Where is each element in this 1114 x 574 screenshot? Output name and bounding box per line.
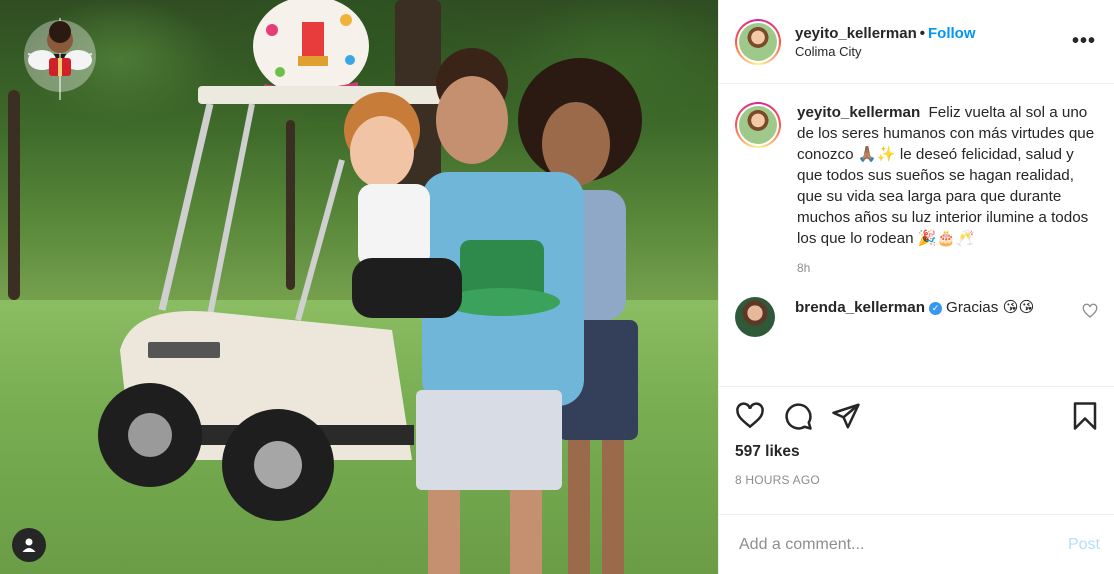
author-username[interactable]: yeyito_kellerman xyxy=(795,25,917,42)
caption-avatar[interactable] xyxy=(735,102,781,148)
post-header: yeyito_kellerman • Follow Colima City ••• xyxy=(719,0,1114,84)
commenter-avatar[interactable] xyxy=(735,297,775,337)
separator: • xyxy=(919,24,926,42)
comment-like-icon[interactable] xyxy=(1082,303,1098,319)
post-timestamp[interactable]: 8 HOURS AGO xyxy=(735,473,1100,487)
author-info: yeyito_kellerman • Follow Colima City xyxy=(795,25,1068,59)
post-actions: 597 likes 8 HOURS AGO xyxy=(719,386,1114,514)
share-icon[interactable] xyxy=(831,401,861,431)
caption-time[interactable]: 8h xyxy=(797,261,1098,275)
bookmark-icon[interactable] xyxy=(1070,401,1100,431)
comment-item: brenda_kellerman ✓ Gracias 😘😘 xyxy=(735,297,1098,337)
caption-username[interactable]: yeyito_kellerman xyxy=(797,104,920,121)
user-tag-icon[interactable] xyxy=(12,528,46,562)
caption-content: yeyito_kellerman Feliz vuelta al sol a u… xyxy=(781,102,1098,275)
like-icon[interactable] xyxy=(735,401,765,431)
doll-family xyxy=(344,48,642,574)
verified-badge-icon: ✓ xyxy=(929,302,942,315)
follow-button[interactable]: Follow xyxy=(928,25,976,42)
instagram-post-modal: yeyito_kellerman • Follow Colima City ••• … xyxy=(0,0,1114,574)
post-image[interactable] xyxy=(0,0,718,574)
post-comment-button[interactable]: Post xyxy=(1068,536,1100,554)
likes-count[interactable]: 597 likes xyxy=(735,443,1100,461)
commenter-username[interactable]: brenda_kellerman xyxy=(795,299,925,316)
comment-composer: Post xyxy=(719,514,1114,574)
author-avatar[interactable] xyxy=(735,18,781,65)
caption-text-block: yeyito_kellerman Feliz vuelta al sol a u… xyxy=(797,102,1098,249)
post-sidebar: yeyito_kellerman • Follow Colima City ••• … xyxy=(718,0,1114,574)
caption-text: Feliz vuelta al sol a uno de los seres h… xyxy=(797,104,1095,247)
comment-icon[interactable] xyxy=(783,401,813,431)
location-link[interactable]: Colima City xyxy=(795,44,1068,59)
more-icon[interactable]: ••• xyxy=(1068,26,1100,57)
angel-sticker xyxy=(24,18,96,100)
action-icons xyxy=(735,401,1100,431)
tree-trunk xyxy=(8,90,20,300)
comments-section: yeyito_kellerman Feliz vuelta al sol a u… xyxy=(719,84,1114,386)
comment-input[interactable] xyxy=(739,535,1068,554)
comment-text-block: brenda_kellerman ✓ Gracias 😘😘 xyxy=(795,297,1082,319)
caption: yeyito_kellerman Feliz vuelta al sol a u… xyxy=(735,102,1098,275)
comment-text: Gracias 😘😘 xyxy=(946,299,1035,316)
